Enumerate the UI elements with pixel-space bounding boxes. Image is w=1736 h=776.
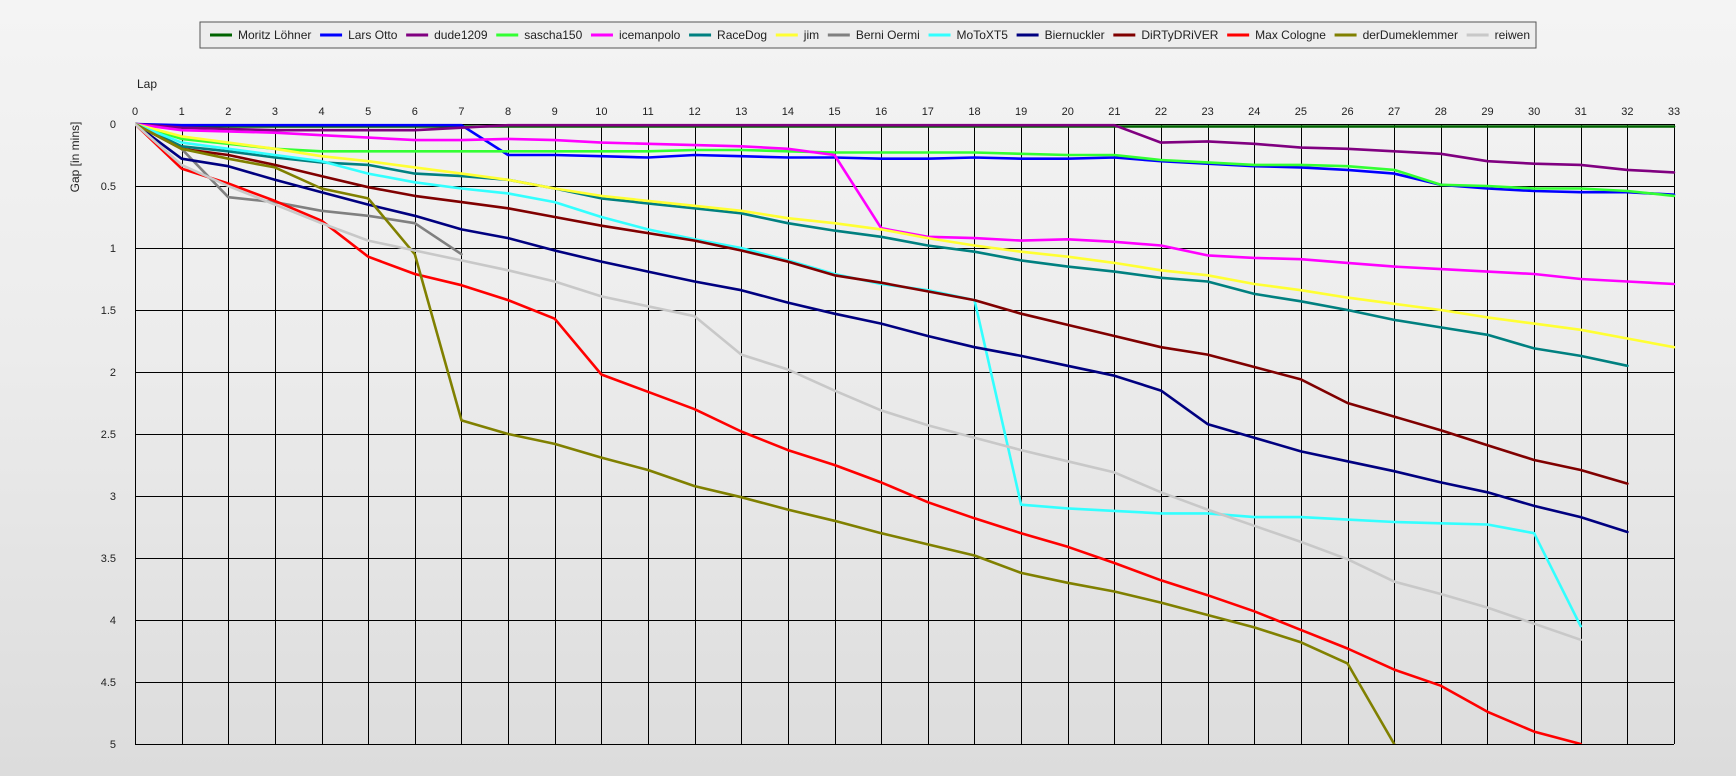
legend-label: sascha150 — [524, 28, 582, 42]
y-tick-label: 0.5 — [101, 181, 116, 193]
y-tick-label: 4 — [110, 615, 116, 627]
legend-label: jim — [803, 28, 819, 42]
x-axis-title: Lap — [137, 77, 157, 91]
x-tick-label: 21 — [1108, 106, 1120, 118]
x-tick-label: 12 — [689, 106, 701, 118]
x-tick-label: 26 — [1341, 106, 1353, 118]
x-tick-label: 2 — [225, 106, 231, 118]
x-tick-label: 7 — [458, 106, 464, 118]
x-tick-label: 4 — [318, 106, 324, 118]
x-tick-label: 10 — [595, 106, 607, 118]
x-tick-label: 29 — [1481, 106, 1493, 118]
x-tick-label: 0 — [132, 106, 138, 118]
y-tick-label: 1 — [110, 243, 116, 255]
legend-label: DiRTyDRiVER — [1141, 28, 1218, 42]
x-tick-label: 3 — [272, 106, 278, 118]
x-tick-label: 9 — [552, 106, 558, 118]
x-tick-label: 11 — [642, 106, 653, 118]
x-tick-label: 28 — [1435, 106, 1447, 118]
legend: Moritz Löhner Lars Otto dude1209 sascha150 i… — [199, 21, 1537, 49]
x-tick-label: 15 — [828, 106, 840, 118]
x-tick-label: 18 — [968, 106, 980, 118]
legend-label: Moritz Löhner — [238, 28, 311, 42]
legend-label: dude1209 — [434, 28, 488, 42]
y-tick-label: 3 — [110, 491, 116, 503]
x-tick-label: 8 — [505, 106, 511, 118]
legend-label: RaceDog — [717, 28, 767, 42]
legend-label: icemanpolo — [619, 28, 681, 42]
x-tick-label: 14 — [782, 106, 794, 118]
x-tick-label: 32 — [1621, 106, 1633, 118]
x-tick-label: 20 — [1062, 106, 1074, 118]
legend-label: MoToXT5 — [957, 28, 1009, 42]
legend-label: reiwen — [1495, 28, 1530, 42]
legend-label: Berni Oermi — [856, 28, 920, 42]
x-tick-label: 19 — [1015, 106, 1027, 118]
grid — [135, 124, 1675, 745]
x-tick-label: 5 — [365, 106, 371, 118]
x-tick-label: 13 — [735, 106, 747, 118]
y-tick-label: 5 — [110, 739, 116, 751]
x-tick-label: 30 — [1528, 106, 1540, 118]
x-tick-label: 33 — [1668, 106, 1680, 118]
x-tick-label: 6 — [412, 106, 418, 118]
y-tick-label: 2.5 — [101, 429, 116, 441]
x-tick-labels: 0 1 2 3 4 5 6 7 8 9 10 11 12 13 14 15 16 17 18 19 20 21 22 23 24… — [132, 106, 1680, 118]
x-tick-label: 22 — [1155, 106, 1167, 118]
legend-label: Max Cologne — [1255, 28, 1326, 42]
y-tick-label: 1.5 — [101, 305, 116, 317]
x-tick-label: 16 — [875, 106, 887, 118]
x-tick-label: 1 — [179, 106, 185, 118]
x-tick-label: 24 — [1248, 106, 1260, 118]
x-tick-label: 23 — [1202, 106, 1214, 118]
x-tick-label: 31 — [1575, 106, 1587, 118]
x-tick-label: 17 — [922, 106, 934, 118]
y-tick-label: 0 — [110, 119, 116, 131]
y-tick-label: 3.5 — [101, 553, 116, 565]
x-tick-label: 25 — [1295, 106, 1307, 118]
y-tick-label: 4.5 — [101, 677, 116, 689]
y-tick-labels: 0 0.5 1 1.5 2 2.5 3 3.5 4 4.5 5 — [101, 119, 116, 751]
x-tick-label: 27 — [1388, 106, 1400, 118]
legend-label: Lars Otto — [348, 28, 398, 42]
legend-label: Biernuckler — [1045, 28, 1105, 42]
y-tick-label: 2 — [110, 367, 116, 379]
legend-label: derDumeklemmer — [1363, 28, 1458, 42]
y-axis-title: Gap [in mins] — [68, 122, 82, 193]
gap-line-chart: Moritz Löhner Lars Otto dude1209 sascha150 i… — [68, 21, 1680, 751]
